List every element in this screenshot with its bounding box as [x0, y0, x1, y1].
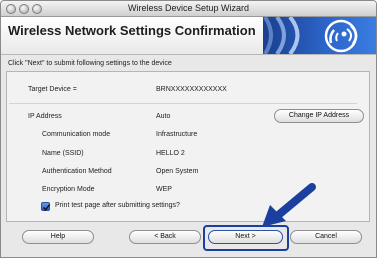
- divider: [9, 103, 357, 104]
- change-ip-address-button[interactable]: Change IP Address: [274, 109, 364, 123]
- encryption-mode-label: Encryption Mode: [42, 186, 95, 193]
- authentication-method-value: Open System: [156, 168, 199, 175]
- pointer-arrow-icon: [262, 183, 316, 227]
- wizard-window: Wireless Device Setup Wizard Wireless Ne…: [0, 0, 377, 258]
- communication-mode-value: Infrastructure: [156, 131, 198, 138]
- encryption-mode-value: WEP: [156, 186, 172, 193]
- brand-banner: [263, 17, 376, 54]
- communication-mode-label: Communication mode: [42, 131, 111, 138]
- title-bar: Wireless Device Setup Wizard: [1, 1, 376, 17]
- target-device-value: BRNXXXXXXXXXXXX: [156, 86, 227, 93]
- checkmark-icon: [42, 204, 51, 211]
- print-test-page-checkbox[interactable]: [41, 202, 51, 211]
- ssid-value: HELLO 2: [156, 150, 185, 157]
- ip-address-label: IP Address: [28, 113, 62, 120]
- wizard-header: Wireless Network Settings Confirmation: [1, 17, 376, 55]
- print-test-page-label: Print test page after submitting setting…: [55, 202, 180, 209]
- wireless-signal-icon: [263, 17, 358, 54]
- authentication-method-label: Authentication Method: [42, 168, 112, 175]
- ssid-label: Name (SSID): [42, 150, 84, 157]
- cancel-button[interactable]: Cancel: [290, 230, 362, 244]
- next-button[interactable]: Next >: [208, 230, 283, 244]
- target-device-label: Target Device =: [28, 86, 77, 93]
- page-title: Wireless Network Settings Confirmation: [8, 23, 256, 38]
- instruction-text: Click "Next" to submit following setting…: [8, 60, 172, 67]
- window-title: Wireless Device Setup Wizard: [127, 3, 250, 13]
- back-button[interactable]: < Back: [129, 230, 201, 244]
- help-button[interactable]: Help: [22, 230, 94, 244]
- ip-address-value: Auto: [156, 113, 171, 120]
